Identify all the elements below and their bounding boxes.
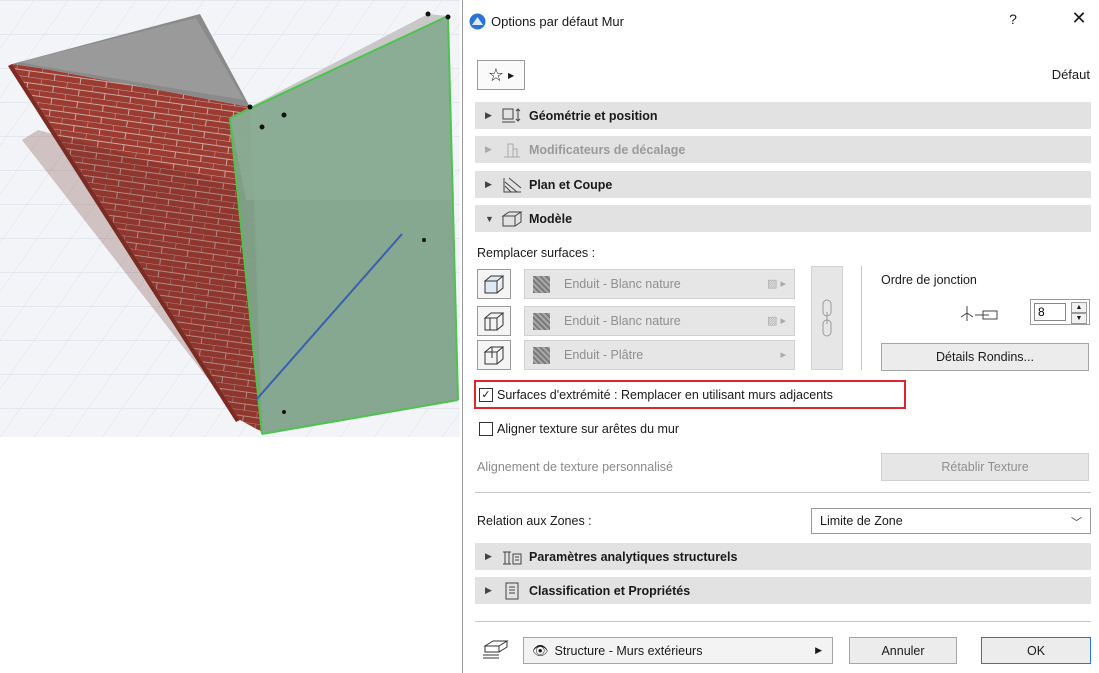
favorites-button[interactable]: ☆ ▶ [477, 60, 525, 90]
surface-browse-icon: ▸ [780, 349, 786, 361]
layer-stack-icon [483, 640, 509, 659]
panel-plan-label: Plan et Coupe [529, 177, 613, 192]
panel-classification[interactable]: ▶ Classification et Propriétés [475, 577, 1091, 604]
separator-line [475, 621, 1091, 622]
expand-arrow-icon: ▶ [485, 551, 492, 561]
structural-analytics-icon [501, 547, 523, 567]
vertical-divider [861, 266, 862, 370]
surface-browse-icon: ▨ ▸ [767, 278, 786, 290]
triangle-right-icon: ▶ [815, 645, 822, 655]
inside-face-icon [483, 346, 505, 365]
zones-relation-label: Relation aux Zones : [477, 514, 592, 528]
surface-swatch [533, 275, 550, 293]
surface-name-edge: Enduit - Blanc nature [564, 314, 681, 328]
panel-geometry-label: Géométrie et position [529, 108, 658, 123]
panel-classification-label: Classification et Propriétés [529, 583, 691, 598]
separator-line [475, 492, 1091, 493]
expand-arrow-icon: ▶ [485, 144, 492, 154]
edge-face-icon [483, 312, 505, 331]
dialog-title: Options par défaut Mur [491, 14, 624, 29]
expand-arrow-icon: ▶ [485, 179, 492, 189]
offset-modifier-icon [501, 140, 523, 160]
zones-relation-select[interactable]: Limite de Zone ﹀ [811, 508, 1091, 534]
custom-texture-label: Alignement de texture personnalisé [477, 460, 673, 474]
surface-picker-edge[interactable]: Enduit - Blanc nature ▨ ▸ [524, 306, 795, 336]
align-texture-option[interactable]: Aligner texture sur arêtes du mur [479, 422, 679, 436]
surface-swatch [533, 346, 550, 364]
close-button[interactable]: ✕ [1067, 8, 1091, 29]
title-bar[interactable]: Options par défaut Mur ? ✕ [463, 0, 1099, 44]
3d-viewport[interactable] [0, 0, 460, 437]
expand-arrow-icon: ▶ [485, 585, 492, 595]
outside-face-button[interactable] [477, 269, 511, 299]
end-surfaces-checkbox[interactable]: ✓ [479, 388, 493, 402]
surface-name-inside: Enduit - Plâtre [564, 348, 644, 362]
panel-model-label: Modèle [529, 211, 573, 226]
surface-picker-outside[interactable]: Enduit - Blanc nature ▨ ▸ [524, 269, 795, 299]
surface-browse-icon: ▨ ▸ [767, 315, 786, 327]
outside-face-icon [483, 275, 505, 294]
help-button[interactable]: ? [1003, 11, 1023, 27]
collapse-arrow-icon: ▼ [485, 213, 494, 224]
end-surfaces-label: Surfaces d'extrémité : Remplacer en util… [497, 388, 833, 402]
panel-plan-section[interactable]: ▶ Plan et Coupe [475, 171, 1091, 198]
log-details-button[interactable]: Détails Rondins... [881, 343, 1089, 371]
inside-face-button[interactable] [477, 340, 511, 370]
end-surfaces-option[interactable]: ✓ Surfaces d'extrémité : Remplacer en ut… [479, 388, 833, 402]
chain-link-button[interactable] [811, 266, 843, 370]
junction-order-stepper[interactable]: ▲ ▼ [1030, 299, 1090, 325]
panel-geometry[interactable]: ▶ Géométrie et position [475, 102, 1091, 129]
junction-order-icon [960, 306, 998, 321]
zones-relation-value: Limite de Zone [820, 514, 903, 528]
panel-offset-label: Modificateurs de décalage [529, 142, 686, 157]
panel-structural-analytics[interactable]: ▶ Paramètres analytiques structurels [475, 543, 1091, 570]
align-texture-label: Aligner texture sur arêtes du mur [497, 422, 680, 436]
star-icon: ☆ [487, 65, 504, 85]
surface-name-outside: Enduit - Blanc nature [564, 277, 681, 291]
plan-section-icon [501, 175, 523, 195]
wall-default-settings-dialog: Options par défaut Mur ? ✕ ☆ ▶ Défaut ▶ … [462, 0, 1099, 673]
surface-swatch [533, 312, 550, 330]
default-label: Défaut [1051, 67, 1090, 82]
eye-icon: 👁 [532, 642, 549, 658]
archicad-logo-icon [469, 13, 486, 30]
edge-face-button[interactable] [477, 306, 511, 336]
align-texture-checkbox[interactable] [479, 422, 493, 436]
cancel-button[interactable]: Annuler [849, 637, 957, 664]
layer-preset-label: Structure - Murs extérieurs [554, 643, 703, 658]
expand-arrow-icon: ▶ [485, 110, 492, 120]
chevron-down-icon: ﹀ [1071, 517, 1082, 529]
geometry-icon [501, 106, 523, 126]
model-box-icon [501, 209, 523, 229]
surface-picker-inside[interactable]: Enduit - Plâtre ▸ [524, 340, 795, 370]
replace-surfaces-label: Remplacer surfaces : [477, 246, 596, 260]
3d-wall-rendering [0, 0, 460, 437]
panel-offset-modifiers: ▶ Modificateurs de décalage [475, 136, 1091, 163]
panel-model[interactable]: ▼ Modèle [475, 205, 1091, 232]
ok-button[interactable]: OK [981, 637, 1091, 664]
junction-order-label: Ordre de jonction [881, 273, 977, 287]
stepper-down-button[interactable]: ▼ [1071, 313, 1087, 324]
layer-preset-selector[interactable]: 👁 Structure - Murs extérieurs ▶ [523, 637, 833, 664]
junction-order-input[interactable] [1034, 303, 1066, 321]
stepper-up-button[interactable]: ▲ [1071, 302, 1087, 313]
reset-texture-button[interactable]: Rétablir Texture [881, 453, 1089, 481]
classification-doc-icon [501, 581, 523, 601]
chain-link-icon [822, 299, 832, 337]
panel-analytics-label: Paramètres analytiques structurels [529, 549, 738, 564]
triangle-right-icon: ▶ [507, 70, 515, 80]
